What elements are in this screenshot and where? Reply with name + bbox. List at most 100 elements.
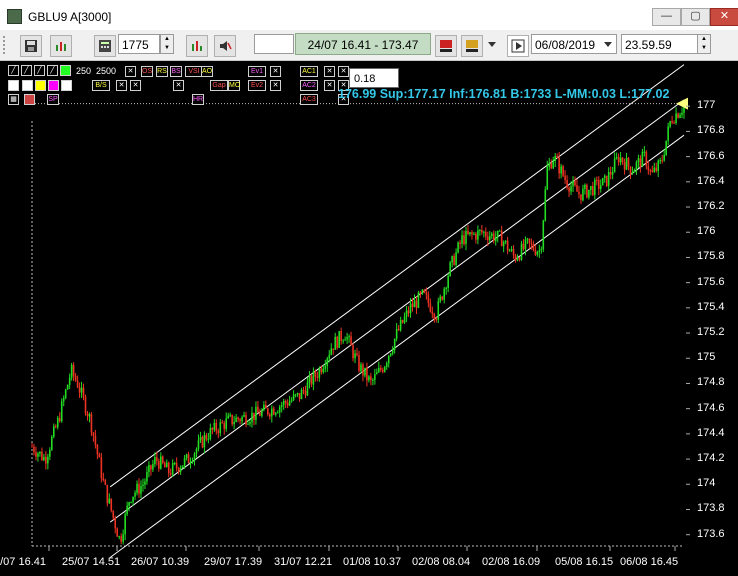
y-tick-label: 175.6	[697, 275, 725, 288]
toggle-icon-3[interactable]: ✕	[324, 66, 335, 77]
tool-os[interactable]: OS	[141, 66, 153, 77]
minimize-button[interactable]: —	[652, 8, 681, 26]
candle-body	[372, 379, 374, 381]
count-field[interactable]: 1775	[118, 34, 160, 54]
line-tool-0[interactable]: ╱	[8, 65, 19, 76]
toggle-icon-9[interactable]: ✕	[130, 80, 141, 91]
blank-field[interactable]	[254, 34, 294, 54]
color-swatch-3[interactable]	[61, 80, 72, 91]
sp-swatch[interactable]	[24, 94, 35, 105]
candle-body	[379, 367, 382, 370]
line-tool-1[interactable]: ╱	[21, 65, 32, 76]
candle-body	[78, 387, 81, 393]
tool-ac3[interactable]: AC3	[300, 94, 318, 105]
tool-ac2[interactable]: AC2	[300, 80, 318, 91]
candle-body	[498, 230, 501, 232]
candle-body	[118, 536, 120, 538]
chevron-down-icon[interactable]	[488, 42, 496, 47]
bars-icon[interactable]	[186, 35, 208, 57]
tool-mo[interactable]: MO	[228, 80, 240, 91]
tool-rs[interactable]: RS	[156, 66, 168, 77]
color-white-swatch[interactable]	[8, 80, 19, 91]
y-tick-label: 174.4	[697, 426, 725, 439]
tool-ev2[interactable]: Ev2	[248, 80, 266, 91]
line-tool-2[interactable]: ╱	[34, 65, 45, 76]
color-green-swatch[interactable]	[60, 65, 71, 76]
play-icon[interactable]	[507, 35, 529, 57]
tool-gap[interactable]: Gap	[210, 80, 228, 91]
time-field[interactable]: 23.59.59	[621, 34, 698, 54]
y-tick-label: 176.6	[697, 149, 725, 162]
candle-body	[84, 396, 87, 414]
y-tick-label: 176.4	[697, 174, 725, 187]
chart-icon[interactable]	[50, 35, 72, 57]
candle-body	[496, 230, 499, 238]
price-chart[interactable]	[0, 61, 738, 576]
toggle-icon-4[interactable]: ✕	[324, 80, 335, 91]
grid-tool[interactable]: ▦	[8, 94, 19, 105]
candle-body	[292, 394, 295, 400]
candle-body	[514, 255, 517, 261]
candle-body	[633, 169, 636, 173]
save-icon[interactable]	[20, 35, 42, 57]
candle-body	[653, 167, 656, 172]
candle-body	[643, 151, 646, 153]
calculator-icon[interactable]	[94, 35, 116, 57]
style-icon[interactable]	[461, 35, 483, 57]
tool-bs[interactable]: BS	[170, 66, 182, 77]
tool-ac1[interactable]: AC1	[300, 66, 318, 77]
toggle-icon-2[interactable]: ✕	[270, 80, 281, 91]
candle-body	[393, 338, 396, 350]
time-spinner[interactable]: ▲ ▼	[697, 34, 711, 54]
y-tick-label: 175	[697, 351, 716, 364]
color-swatch-1[interactable]	[35, 80, 46, 91]
candle-body	[100, 457, 103, 479]
candle-body	[88, 414, 91, 417]
speaker-icon[interactable]	[214, 35, 236, 57]
tool-bs[interactable]: B/S	[92, 80, 110, 91]
candle-body	[342, 340, 344, 342]
color-swatch-2[interactable]	[48, 80, 59, 91]
toggle-icon-10[interactable]: ✕	[173, 80, 184, 91]
candle-body	[185, 454, 188, 458]
y-tick-label: 176.8	[697, 124, 725, 137]
param-input[interactable]: 0.18	[349, 68, 399, 88]
toggle-icon-0[interactable]: ✕	[125, 66, 136, 77]
tool-sp[interactable]: SP	[47, 94, 59, 105]
candle-body	[181, 465, 184, 468]
save-format-icon[interactable]	[435, 35, 457, 57]
candle-body	[276, 412, 279, 414]
maximize-button[interactable]: ▢	[681, 8, 710, 26]
candle-body	[298, 393, 301, 400]
close-button[interactable]: ✕	[710, 8, 738, 26]
toggle-icon-5[interactable]: ✕	[338, 66, 349, 77]
candle-body	[530, 243, 533, 245]
candle-body	[639, 158, 642, 167]
candle-body	[82, 387, 85, 397]
color-swatch-0[interactable]	[22, 80, 33, 91]
candle-body	[183, 457, 186, 466]
tool-ev1[interactable]: Ev1	[248, 66, 266, 77]
chart-canvas[interactable]	[0, 61, 738, 576]
candle-body	[332, 348, 335, 350]
candle-body	[37, 453, 39, 457]
toggle-icon-1[interactable]: ✕	[270, 66, 281, 77]
candle-body	[447, 275, 449, 289]
candle-body	[409, 303, 412, 314]
toolbar-grip[interactable]	[3, 36, 11, 54]
date-dropdown-icon[interactable]	[604, 42, 612, 47]
tool-hr[interactable]: HR	[192, 94, 204, 105]
candle-body	[179, 467, 182, 472]
count-spinner[interactable]: ▲ ▼	[160, 34, 174, 54]
candle-body	[270, 408, 273, 417]
tool-ao[interactable]: AO	[201, 66, 213, 77]
candle-body	[177, 467, 180, 472]
candle-body	[128, 502, 130, 506]
toggle-icon-8[interactable]: ✕	[116, 80, 127, 91]
candle-body	[96, 444, 99, 455]
candle-body	[536, 251, 539, 255]
line-tool-3[interactable]: ╱	[47, 65, 58, 76]
candle-body	[508, 250, 511, 252]
candle-body	[142, 484, 144, 487]
candle-body	[41, 451, 43, 461]
